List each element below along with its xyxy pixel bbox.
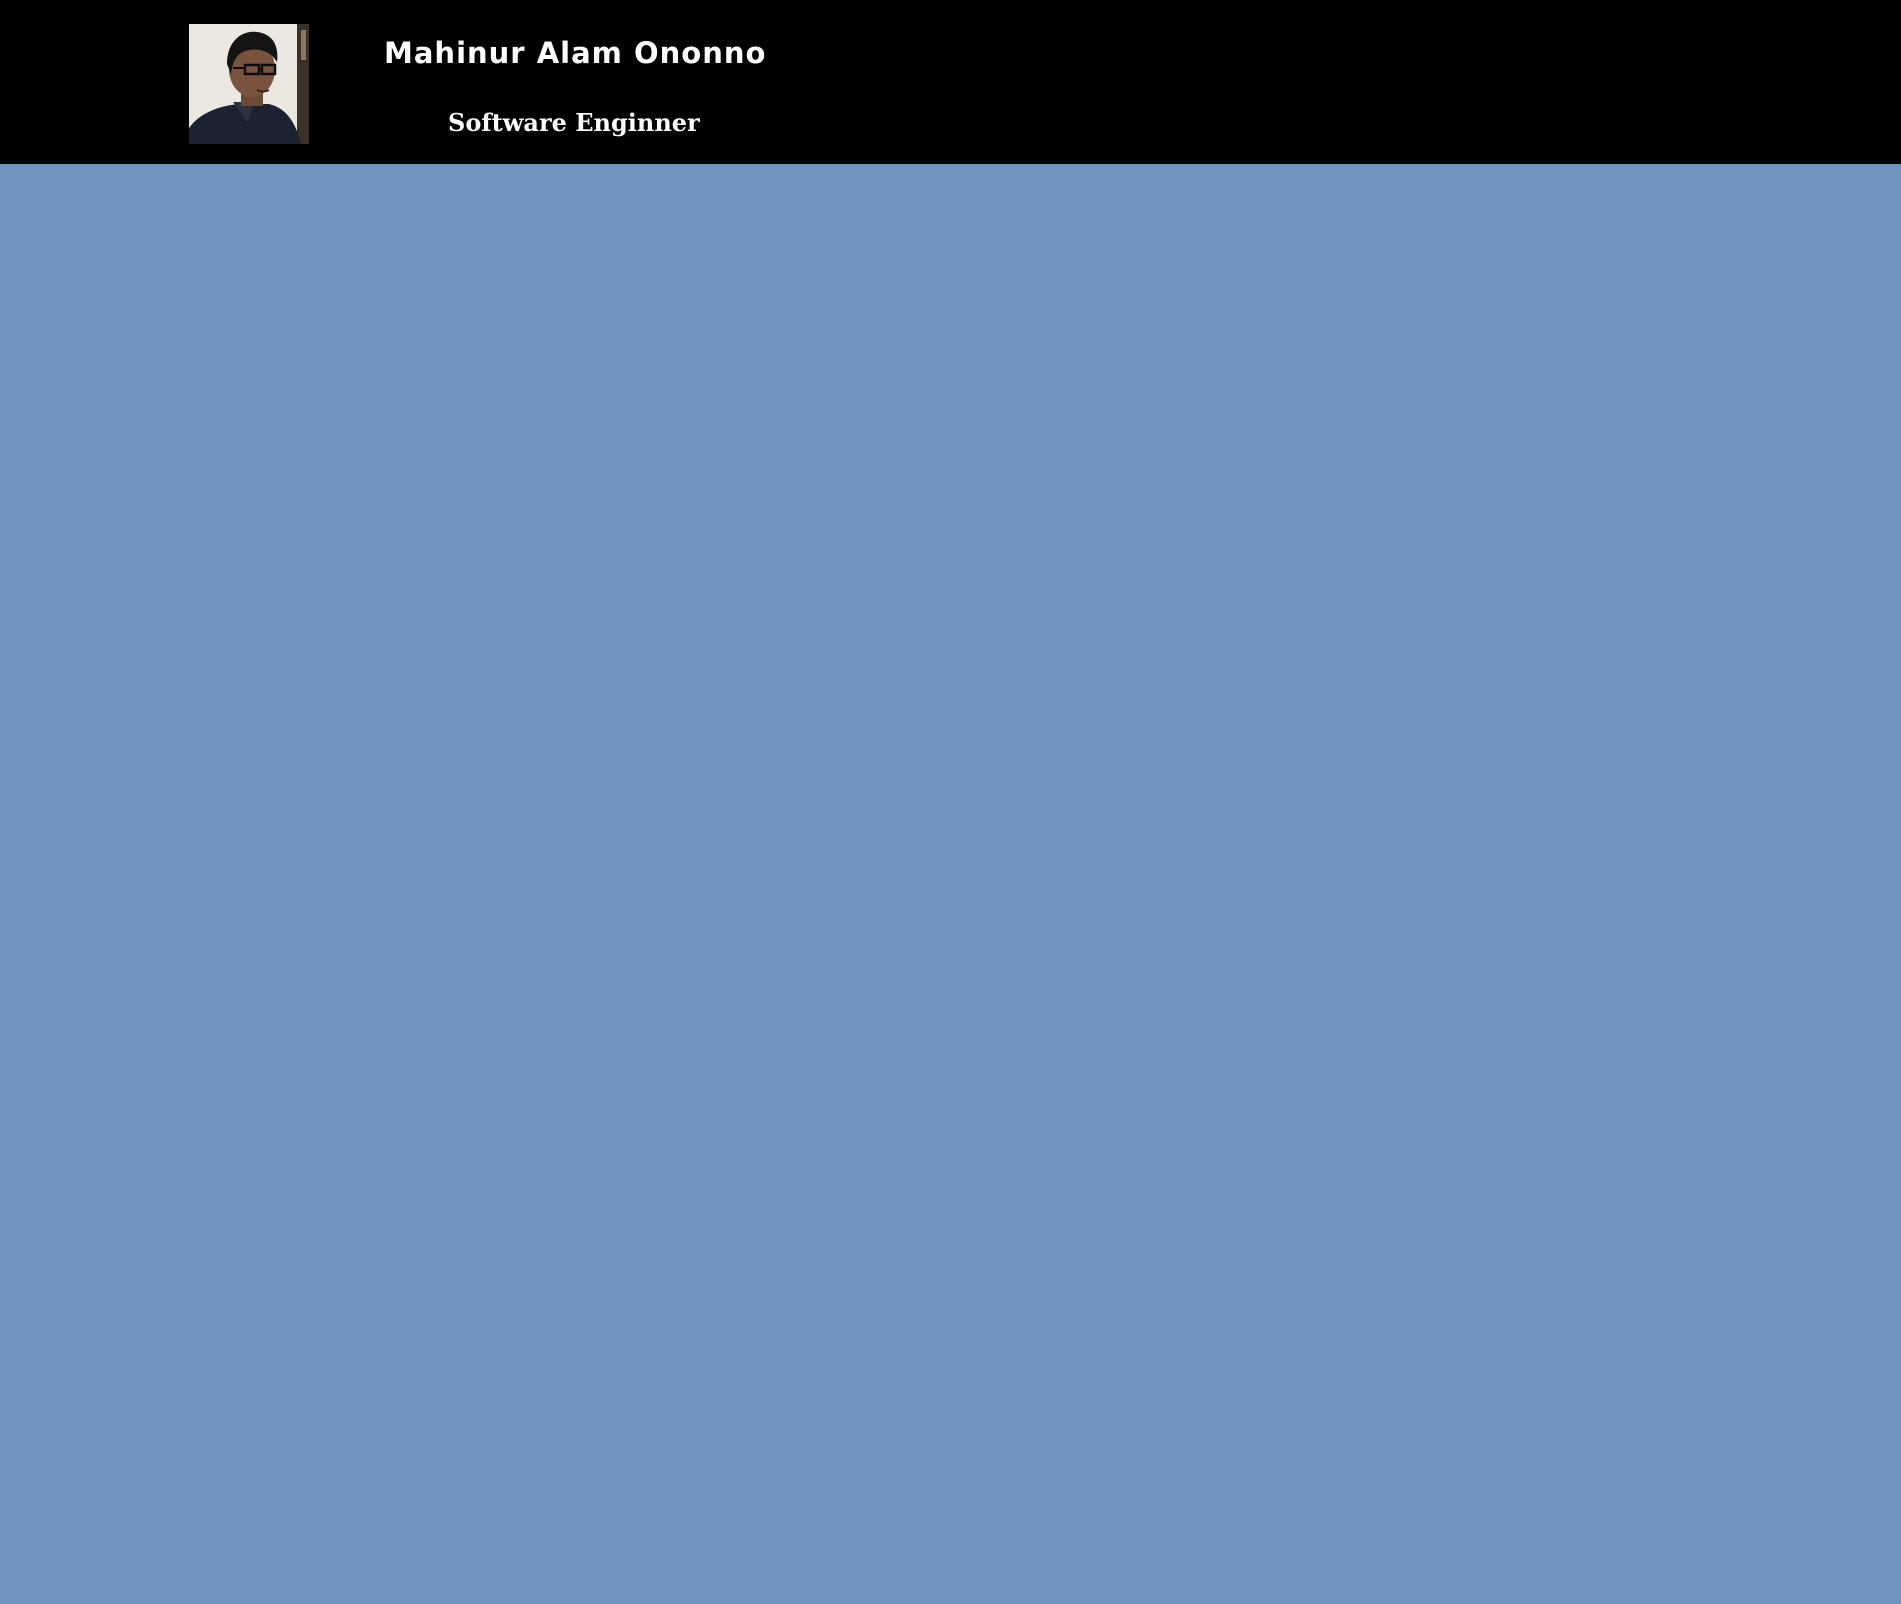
page-content-area (0, 164, 1901, 1604)
profile-photo-image (189, 24, 309, 144)
profile-role: Software Enginner (448, 108, 700, 137)
profile-photo (189, 24, 309, 144)
page-header: Mahinur Alam Ononno Software Enginner (0, 0, 1901, 164)
profile-name: Mahinur Alam Ononno (384, 36, 767, 70)
